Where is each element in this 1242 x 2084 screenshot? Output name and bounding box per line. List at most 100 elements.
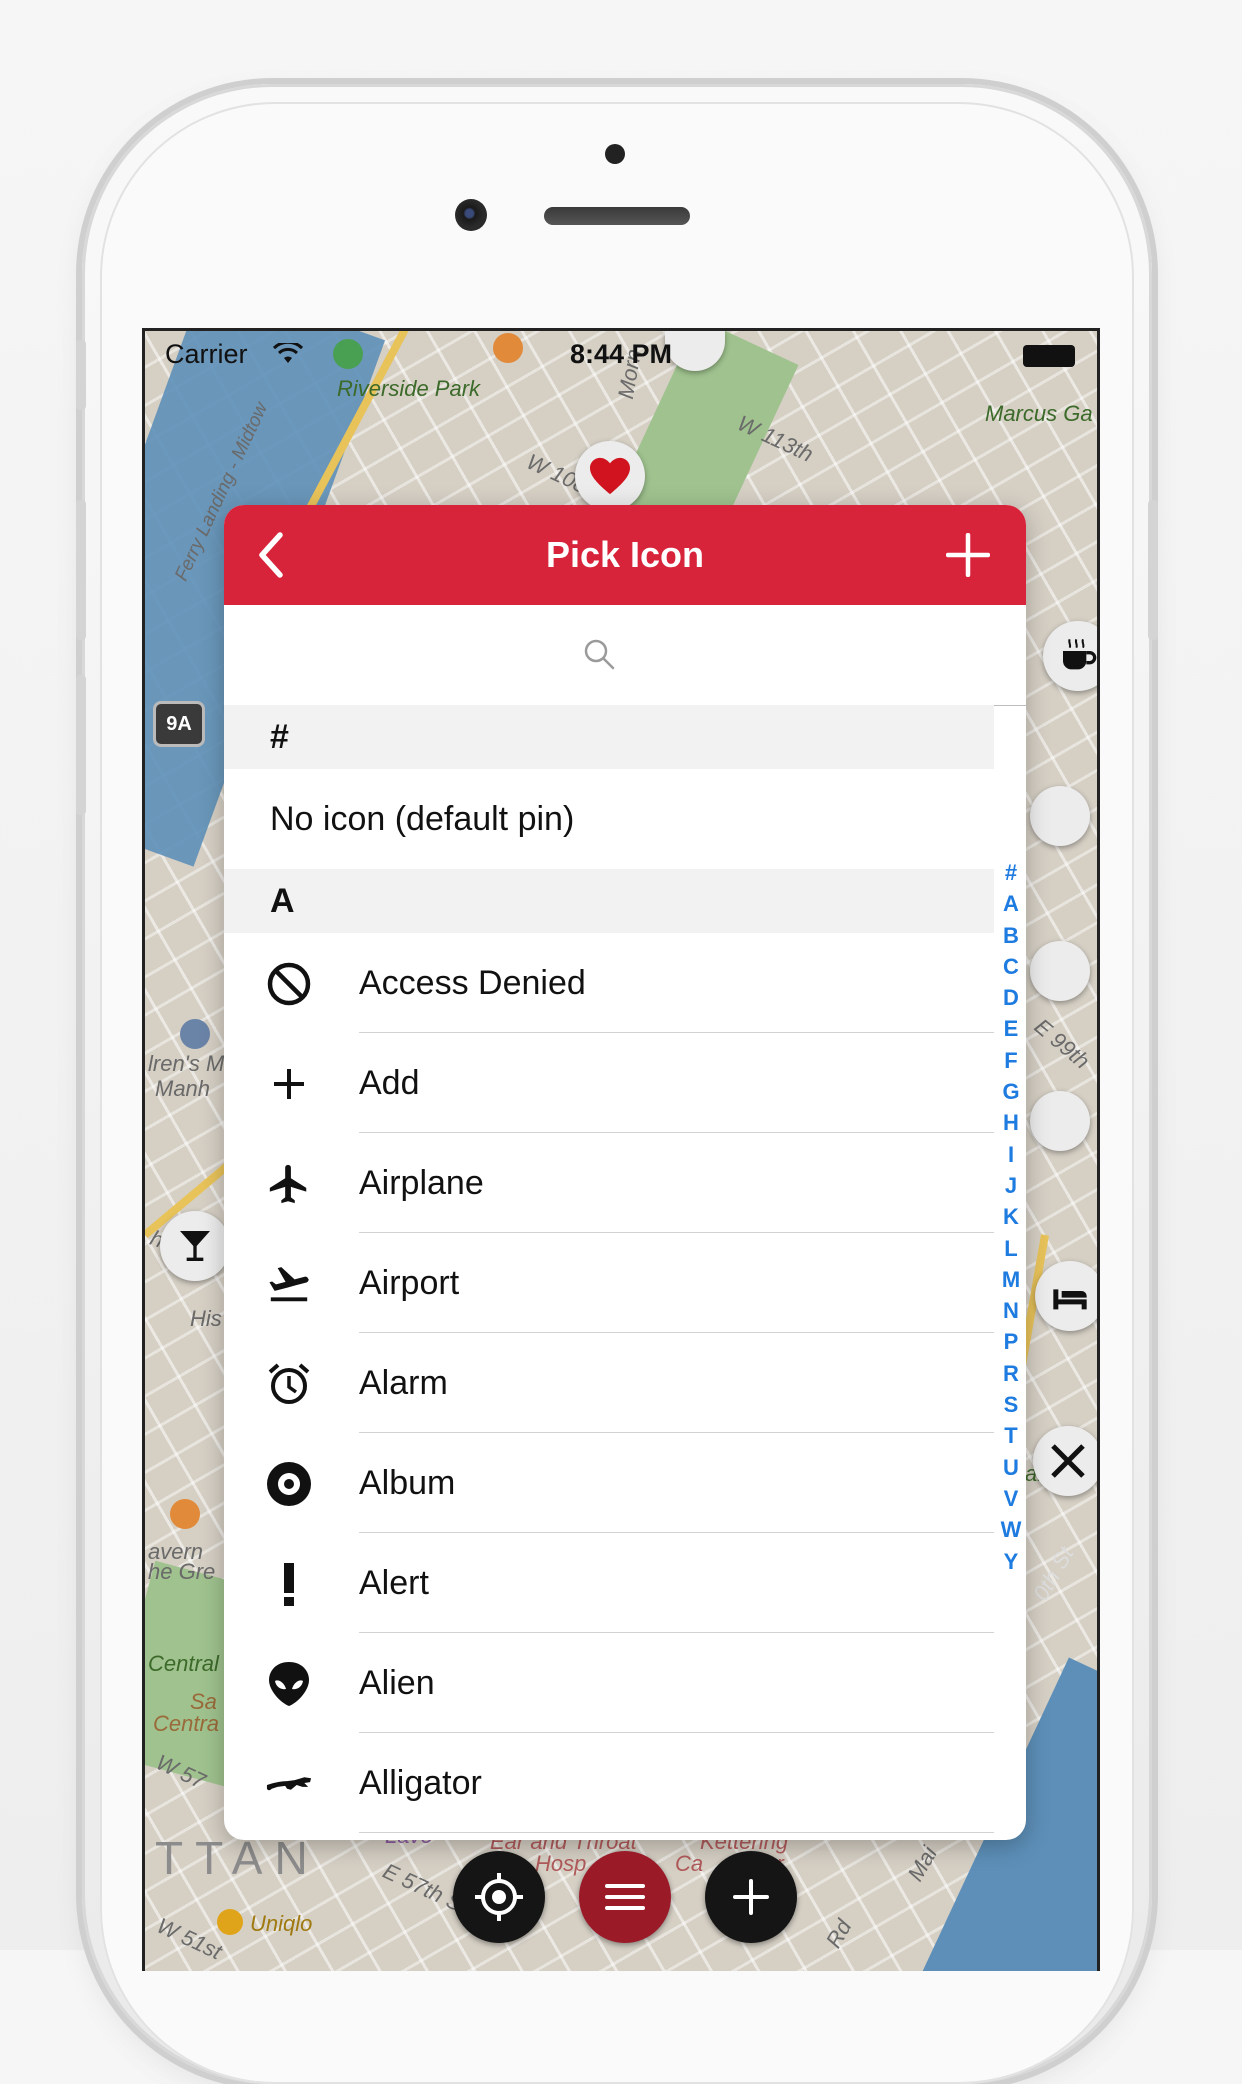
list-item[interactable]: Alien <box>224 1633 994 1733</box>
coffee-pin[interactable] <box>1043 621 1097 691</box>
list-item[interactable]: Airport <box>224 1233 994 1333</box>
museum-marker-icon <box>180 1019 210 1049</box>
map-pin[interactable] <box>1030 786 1090 846</box>
section-index-letter[interactable]: D <box>997 982 1025 1013</box>
section-index-letter[interactable]: G <box>997 1076 1025 1107</box>
section-index-letter[interactable]: E <box>997 1013 1025 1044</box>
section-index-letter[interactable]: H <box>997 1107 1025 1138</box>
section-index-letter[interactable]: F <box>997 1045 1025 1076</box>
plus-icon <box>733 1879 769 1915</box>
alien-icon <box>266 1661 312 1707</box>
access-denied-icon <box>266 961 312 1007</box>
alert-icon <box>266 1561 312 1607</box>
map-label: Central <box>148 1651 219 1676</box>
section-index-letter[interactable]: N <box>997 1295 1025 1326</box>
status-time: 8:44 PM <box>569 339 673 369</box>
restaurant-pin[interactable] <box>1033 1426 1097 1496</box>
locate-button[interactable] <box>453 1851 545 1943</box>
section-index-letter[interactable]: K <box>997 1201 1025 1232</box>
power-button <box>1148 500 1158 640</box>
map-label: Manh <box>155 1076 211 1101</box>
list-item[interactable]: Alert <box>224 1533 994 1633</box>
map-label: he Gre <box>148 1559 216 1584</box>
map-label: Mai <box>902 1842 942 1886</box>
section-index-letter[interactable]: Y <box>997 1546 1025 1577</box>
section-index-letter[interactable]: A <box>997 888 1025 919</box>
heart-icon <box>590 457 630 495</box>
section-index-letter[interactable]: V <box>997 1483 1025 1514</box>
add-pin-button[interactable] <box>705 1851 797 1943</box>
section-header: # <box>224 705 994 769</box>
list-item-label: Album <box>359 1464 456 1502</box>
heart-pin[interactable] <box>575 441 645 511</box>
search-bar[interactable] <box>224 605 1026 706</box>
map-label: 0th St <box>1028 1542 1079 1605</box>
list-item-label: Access Denied <box>359 964 586 1002</box>
icon-list[interactable]: # No icon (default pin) A Access Denied … <box>224 705 994 1833</box>
hamburger-icon <box>605 1884 645 1910</box>
list-item[interactable]: Add <box>224 1033 994 1133</box>
map-label: His <box>190 1306 222 1331</box>
airplane-icon <box>266 1161 312 1207</box>
search-icon <box>584 639 615 670</box>
section-index-letter[interactable]: U <box>997 1452 1025 1483</box>
list-item-label: Alert <box>359 1564 429 1602</box>
list-item-label: Add <box>359 1064 420 1102</box>
route-shield: 9A <box>153 701 205 747</box>
map-label: E 99th <box>1029 1013 1095 1074</box>
add-button[interactable] <box>946 533 990 577</box>
section-index-letter[interactable]: P <box>997 1326 1025 1357</box>
cocktail-pin[interactable] <box>160 1211 230 1281</box>
section-index-letter[interactable]: T <box>997 1420 1025 1451</box>
section-index[interactable]: # A B C D E F G H I J K L M N P R S T U V W Y <box>997 857 1025 1577</box>
map-pin[interactable] <box>1030 1091 1090 1151</box>
add-icon <box>266 1061 312 1107</box>
list-item[interactable]: Alarm <box>224 1333 994 1433</box>
alligator-icon <box>266 1761 312 1807</box>
location-crosshair-icon <box>475 1873 523 1921</box>
section-index-letter[interactable]: W <box>997 1514 1025 1545</box>
section-index-letter[interactable]: C <box>997 951 1025 982</box>
volume-down-button <box>76 675 86 815</box>
phone-screen: Riverside Park Marcus Ga W 113th W 108 M… <box>142 328 1100 1971</box>
section-index-letter[interactable]: B <box>997 920 1025 951</box>
map-label: W 51st <box>153 1912 226 1965</box>
list-item-label: Alien <box>359 1664 435 1702</box>
battery-icon <box>1023 345 1075 367</box>
map-label: Rd <box>820 1915 857 1953</box>
airport-icon <box>266 1261 312 1307</box>
section-index-letter[interactable]: L <box>997 1233 1025 1264</box>
section-index-letter[interactable]: # <box>997 857 1025 888</box>
album-icon <box>266 1461 312 1507</box>
earpiece-speaker <box>544 207 690 225</box>
section-index-letter[interactable]: J <box>997 1170 1025 1201</box>
list-item[interactable]: Access Denied <box>224 933 994 1033</box>
list-item-label: Airport <box>359 1264 460 1302</box>
list-item-label: Airplane <box>359 1164 484 1202</box>
map-label: Marcus Ga <box>985 401 1093 426</box>
map-label: Uniqlo <box>250 1911 313 1936</box>
map-label: lren's M <box>148 1051 225 1076</box>
page-title: Pick Icon <box>545 534 705 575</box>
map-pin[interactable] <box>1030 941 1090 1001</box>
utensils-icon <box>1051 1444 1085 1478</box>
list-item[interactable]: Airplane <box>224 1133 994 1233</box>
row-divider <box>359 1832 994 1833</box>
section-index-letter[interactable]: R <box>997 1358 1025 1389</box>
shopping-marker-icon <box>217 1909 243 1935</box>
list-item[interactable]: Album <box>224 1433 994 1533</box>
list-item[interactable]: Alligator <box>224 1733 994 1833</box>
coffee-icon <box>1063 638 1097 670</box>
pick-icon-modal: Pick Icon # No icon (default pin) A Acce… <box>224 505 1026 1840</box>
mute-switch <box>76 340 86 410</box>
section-index-letter[interactable]: M <box>997 1264 1025 1295</box>
hotel-pin[interactable] <box>1035 1261 1097 1331</box>
section-index-letter[interactable]: I <box>997 1139 1025 1170</box>
bed-icon <box>1053 1289 1087 1310</box>
menu-button[interactable] <box>579 1851 671 1943</box>
cocktail-icon <box>180 1231 210 1261</box>
status-bar: Carrier 8:44 PM <box>145 331 1097 381</box>
list-item-no-icon[interactable]: No icon (default pin) <box>224 769 994 869</box>
section-index-letter[interactable]: S <box>997 1389 1025 1420</box>
nav-bar: Pick Icon <box>224 505 1026 605</box>
